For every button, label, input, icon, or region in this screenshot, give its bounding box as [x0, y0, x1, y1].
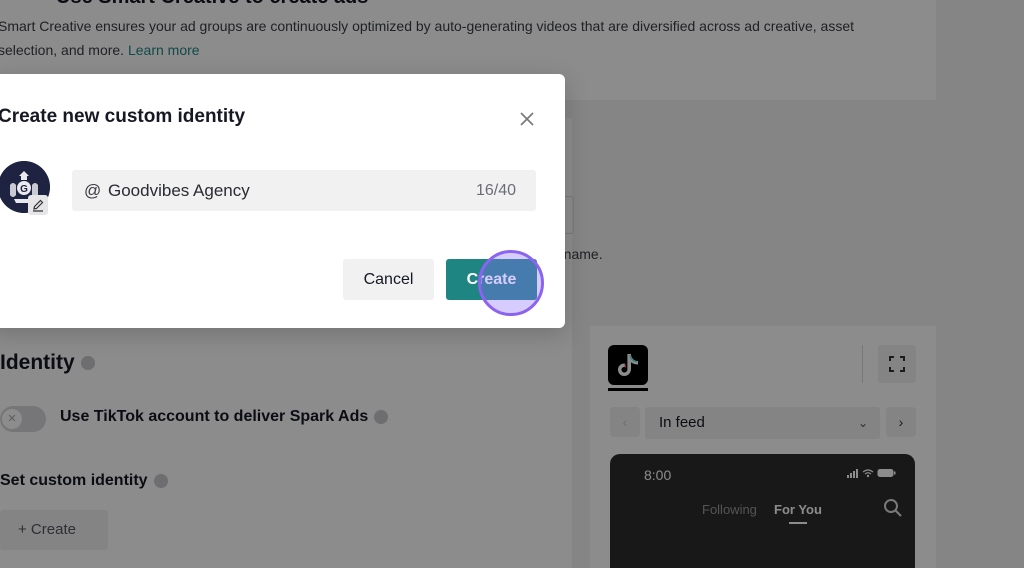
modal-title: Create new custom identity: [0, 106, 246, 127]
close-icon[interactable]: [516, 108, 538, 130]
display-name-input[interactable]: [108, 170, 458, 211]
create-button[interactable]: Create: [446, 259, 537, 300]
svg-text:G: G: [20, 184, 28, 195]
cancel-button[interactable]: Cancel: [343, 259, 434, 300]
edit-pencil-icon[interactable]: [28, 195, 48, 215]
character-counter: 16/40: [475, 182, 516, 199]
avatar[interactable]: G: [0, 161, 50, 217]
display-name-field[interactable]: @ 16/40: [72, 170, 536, 211]
create-custom-identity-modal: Create new custom identity G @ 16/40 Can…: [0, 74, 565, 328]
at-symbol: @: [84, 181, 102, 200]
